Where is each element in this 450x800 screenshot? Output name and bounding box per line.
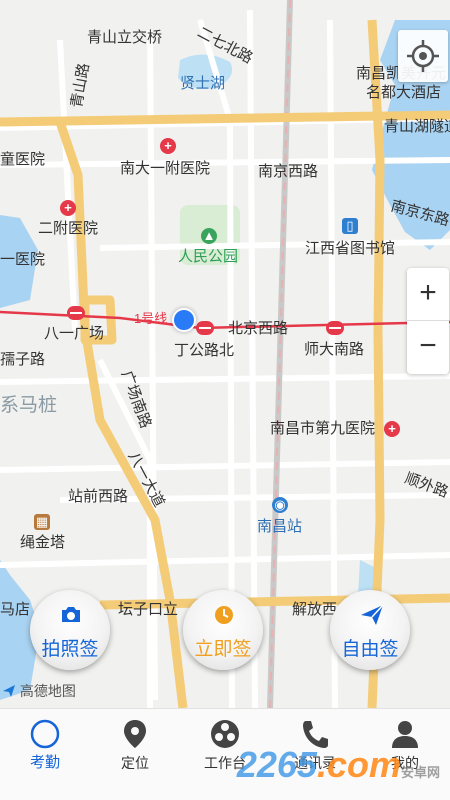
label-tanzikou: 坛子口立 — [118, 601, 179, 618]
attendance-icon — [30, 719, 60, 749]
tab-attendance[interactable]: 考勤 — [0, 709, 90, 800]
tab-location-label: 定位 — [121, 755, 149, 771]
watermark-small: 安卓网 — [400, 765, 440, 780]
map-view[interactable]: 青山立交桥 二七北路 贤士湖 青山路 南昌凯美开元 名都大酒店 青山湖隧道 童医… — [0, 0, 450, 708]
label-bayi-square: 八一广场 — [44, 325, 105, 342]
label-mahou: 马店 — [0, 601, 31, 618]
label-shida-road: 师大南路 — [304, 341, 365, 358]
label-first-hospital: 一医院 — [0, 251, 46, 268]
free-sign-button[interactable]: 自由签 — [330, 590, 410, 670]
tab-attendance-label: 考勤 — [29, 754, 60, 771]
label-hotel-line2: 名都大酒店 — [366, 84, 442, 101]
watermark-main: 2265 — [236, 744, 317, 785]
hospital-icon: + — [60, 200, 76, 216]
metro-station-icon — [196, 321, 214, 335]
attribution-text: 高德地图 — [19, 683, 76, 699]
label-renmin-park: 人民公园 — [178, 248, 239, 265]
label-beijing-w-road: 北京西路 — [228, 320, 289, 337]
zoom-in-button[interactable]: + — [407, 268, 449, 321]
label-jiefang-road: 解放西 — [292, 601, 338, 618]
zoom-control: + − — [407, 268, 449, 374]
workbench-icon — [211, 720, 239, 748]
label-ximazhuang: 系马桩 — [0, 395, 58, 416]
hospital-icon: + — [384, 421, 400, 437]
park-icon: ▲ — [201, 228, 217, 244]
label-erfu-hospital: 二附医院 — [38, 220, 99, 237]
label-ninth-hospital: 南昌市第九医院 — [270, 420, 376, 437]
amap-logo-icon — [3, 685, 15, 697]
clock-icon — [215, 606, 233, 624]
locate-me-button[interactable] — [398, 30, 448, 82]
zoom-out-button[interactable]: − — [407, 321, 449, 374]
sign-now-label: 立即签 — [194, 639, 252, 660]
site-watermark: 2265.com安卓网 — [237, 744, 440, 786]
hospital-icon: + — [160, 138, 176, 154]
label-metro-line1: 1号线 — [134, 311, 168, 326]
camera-icon — [62, 607, 80, 622]
label-nanda-hospital: 南大一附医院 — [120, 160, 211, 177]
photo-sign-label: 拍照签 — [41, 639, 99, 660]
label-qingshan-bridge: 青山立交桥 — [87, 29, 163, 46]
landmark-icon: ▦ — [34, 514, 50, 530]
train-station-icon: ◉ — [272, 497, 288, 513]
library-icon: ▯ — [342, 218, 358, 234]
free-sign-label: 自由签 — [341, 639, 399, 660]
current-location-marker — [172, 308, 196, 332]
label-children-hospital: 童医院 — [0, 151, 46, 168]
label-jiangxi-library: 江西省图书馆 — [305, 240, 396, 257]
metro-station-icon — [326, 321, 344, 335]
map-attribution: 高德地图 — [2, 681, 76, 701]
sign-now-button[interactable]: 立即签 — [183, 590, 263, 670]
label-xianshi-lake: 贤士湖 — [180, 75, 226, 92]
paper-plane-icon — [361, 604, 384, 625]
label-qingshan-lake-tunnel: 青山湖隧道 — [384, 118, 450, 135]
label-zhanqian-road: 站前西路 — [68, 488, 129, 505]
label-dinggong-road: 丁公路北 — [174, 342, 235, 359]
label-shengjin-tower: 绳金塔 — [20, 534, 66, 551]
label-ruzi-road: 孺子路 — [0, 351, 46, 368]
crosshair-icon — [407, 40, 439, 72]
location-pin-icon — [124, 720, 146, 748]
metro-station-icon — [67, 306, 85, 320]
tab-location[interactable]: 定位 — [90, 709, 180, 800]
label-nanjing-w-road: 南京西路 — [258, 163, 319, 180]
photo-sign-button[interactable]: 拍照签 — [30, 590, 110, 670]
label-nanchang-station: 南昌站 — [257, 518, 303, 535]
watermark-suffix: .com — [316, 744, 401, 785]
